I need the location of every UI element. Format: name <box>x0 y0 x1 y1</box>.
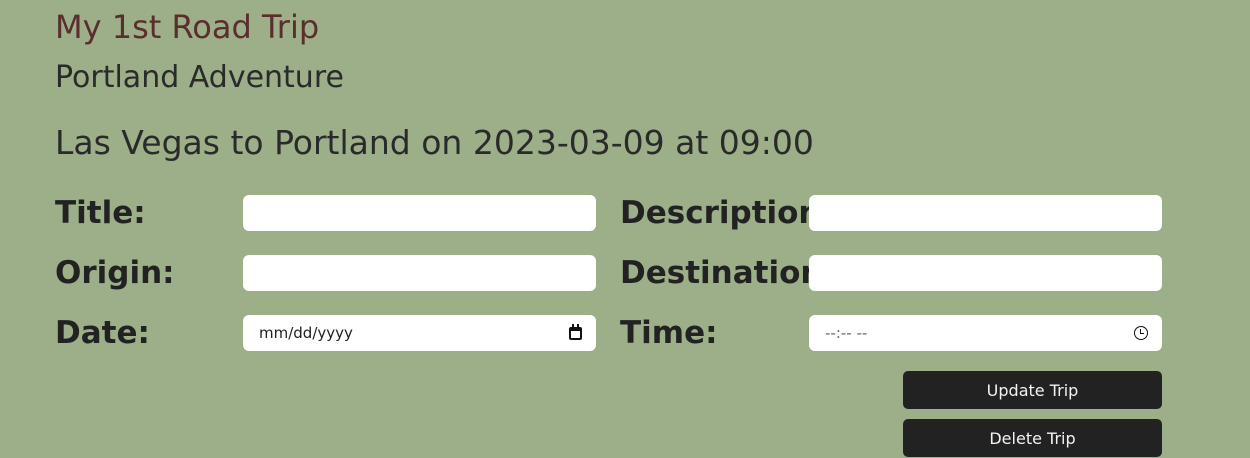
time-placeholder: --:-- -- <box>825 324 868 342</box>
clock-icon[interactable] <box>1134 326 1148 340</box>
date-placeholder: mm/dd/yyyy <box>259 324 353 342</box>
app-title: My 1st Road Trip <box>55 8 320 46</box>
description-input[interactable] <box>809 195 1162 231</box>
origin-label: Origin: <box>55 255 175 291</box>
date-input[interactable]: mm/dd/yyyy <box>243 315 596 351</box>
destination-input[interactable] <box>809 255 1162 291</box>
time-label: Time: <box>620 315 718 351</box>
trip-summary: Las Vegas to Portland on 2023-03-09 at 0… <box>55 123 814 162</box>
date-label: Date: <box>55 315 150 351</box>
title-input[interactable] <box>243 195 596 231</box>
title-label: Title: <box>55 195 146 231</box>
trip-title: Portland Adventure <box>55 60 344 95</box>
origin-input[interactable] <box>243 255 596 291</box>
description-label: Description: <box>620 195 833 231</box>
destination-label: Destination: <box>620 255 835 291</box>
time-input[interactable]: --:-- -- <box>809 315 1162 351</box>
delete-trip-button[interactable]: Delete Trip <box>903 419 1162 457</box>
calendar-icon[interactable] <box>569 323 582 340</box>
update-trip-button[interactable]: Update Trip <box>903 371 1162 409</box>
